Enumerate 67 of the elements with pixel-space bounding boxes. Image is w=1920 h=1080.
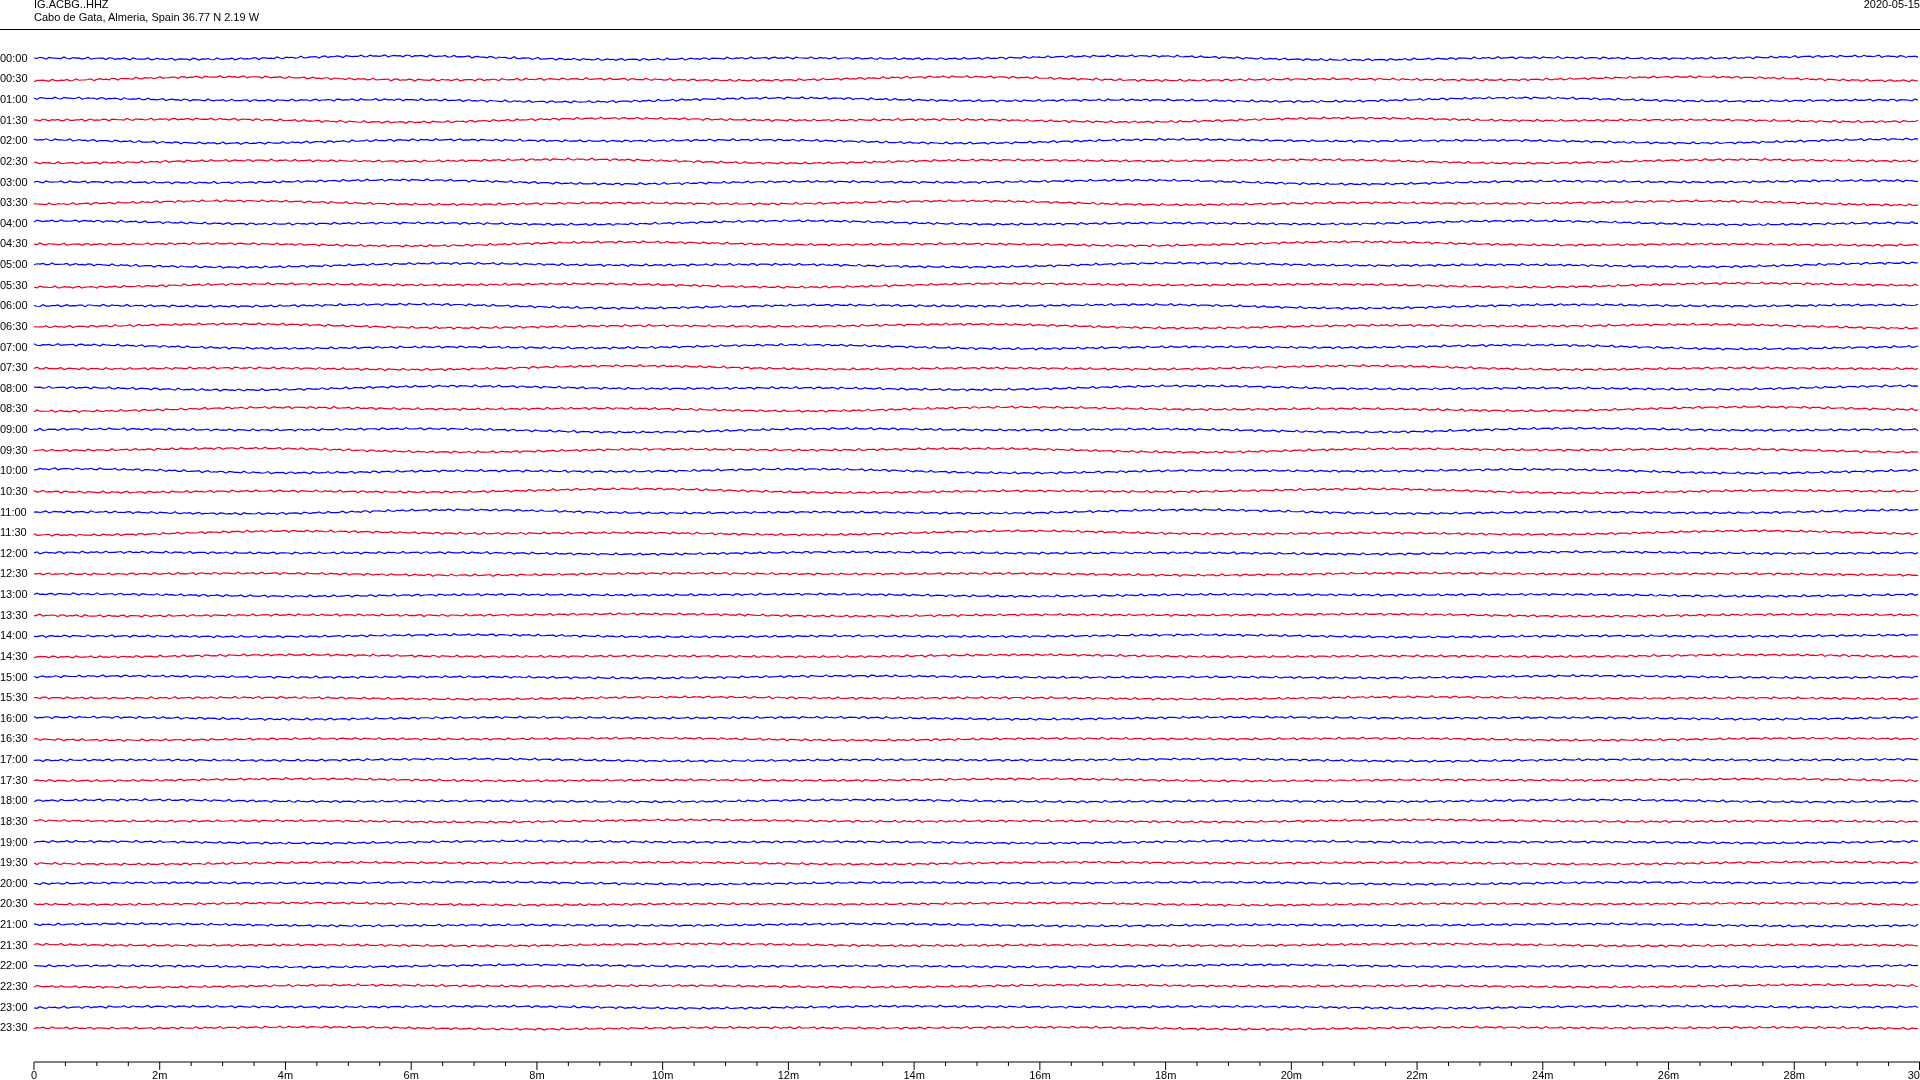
time-label: 10:30: [0, 484, 29, 498]
time-label: 12:30: [0, 567, 29, 581]
time-label: 21:30: [0, 938, 29, 952]
axis-tick-label: 22m: [1406, 1069, 1428, 1080]
time-label: 16:00: [0, 711, 29, 725]
axis-tick-label: 0: [30, 1069, 38, 1080]
station-location: Cabo de Gata, Almeria, Spain 36.77 N 2.19 W: [34, 11, 260, 24]
station-code: IG.ACBG..HHZ: [34, 0, 110, 11]
time-label: 01:30: [0, 113, 29, 127]
axis-tick-label: 16m: [1029, 1069, 1051, 1080]
axis-tick-label: 20m: [1280, 1069, 1303, 1080]
axis-tick-label: 14m: [903, 1069, 925, 1080]
axis-tick-label: 26m: [1657, 1069, 1680, 1080]
time-label: 05:30: [0, 278, 29, 292]
time-label: 13:00: [0, 588, 29, 602]
time-label: 19:30: [0, 856, 29, 870]
time-label: 07:30: [0, 361, 29, 375]
time-label: 06:30: [0, 319, 29, 333]
time-label: 21:00: [0, 918, 29, 932]
time-label: 22:30: [0, 979, 29, 993]
axis-tick-label: 24m: [1532, 1069, 1554, 1080]
axis-tick-label: 10m: [651, 1069, 674, 1080]
time-label: 14:00: [0, 629, 29, 643]
axis-tick-label: 2m: [152, 1069, 168, 1080]
time-label: 05:00: [0, 258, 29, 272]
time-label: 15:00: [0, 670, 29, 684]
record-date: 2020-05-15: [1863, 0, 1920, 12]
time-label: 06:00: [0, 299, 29, 313]
time-label: 08:00: [0, 381, 29, 395]
axis-tick-label: 12m: [777, 1069, 800, 1080]
time-label: 22:00: [0, 959, 29, 973]
time-label: 09:00: [0, 423, 29, 437]
time-label: 23:00: [0, 1000, 29, 1014]
time-label: 09:30: [0, 443, 29, 457]
time-label: 17:00: [0, 753, 29, 767]
time-label: 19:00: [0, 835, 29, 849]
time-label: 07:00: [0, 340, 29, 354]
time-label: 18:00: [0, 794, 29, 808]
time-label: 00:00: [0, 51, 29, 65]
time-label: 00:30: [0, 72, 29, 86]
time-label: 18:30: [0, 814, 29, 828]
time-label: 17:30: [0, 773, 29, 787]
time-label: 08:30: [0, 402, 29, 416]
time-label: 16:30: [0, 732, 29, 746]
time-label: 01:00: [0, 93, 29, 107]
time-label: 11:00: [0, 505, 28, 519]
time-label: 03:00: [0, 175, 29, 189]
time-label: 23:30: [0, 1021, 29, 1035]
axis-tick-label: 30: [1907, 1069, 1920, 1080]
time-label: 15:30: [0, 691, 29, 705]
time-label: 04:00: [0, 216, 29, 230]
time-label: 13:30: [0, 608, 29, 622]
time-label: 12:00: [0, 546, 29, 560]
time-label: 11:30: [0, 526, 28, 540]
time-label: 02:00: [0, 134, 29, 148]
time-label: 20:00: [0, 876, 29, 890]
time-label: 20:30: [0, 897, 29, 911]
time-label: 03:30: [0, 196, 29, 210]
time-label: 10:00: [0, 464, 29, 478]
axis-tick-label: 6m: [403, 1069, 419, 1080]
time-label: 04:30: [0, 237, 29, 251]
axis-tick-label: 28m: [1783, 1069, 1805, 1080]
axis-tick-label: 8m: [529, 1069, 545, 1080]
time-label: 14:30: [0, 649, 29, 663]
axis-tick-label: 4m: [277, 1069, 294, 1080]
axis-tick-label: 18m: [1154, 1069, 1177, 1080]
time-label: 02:30: [0, 154, 29, 168]
